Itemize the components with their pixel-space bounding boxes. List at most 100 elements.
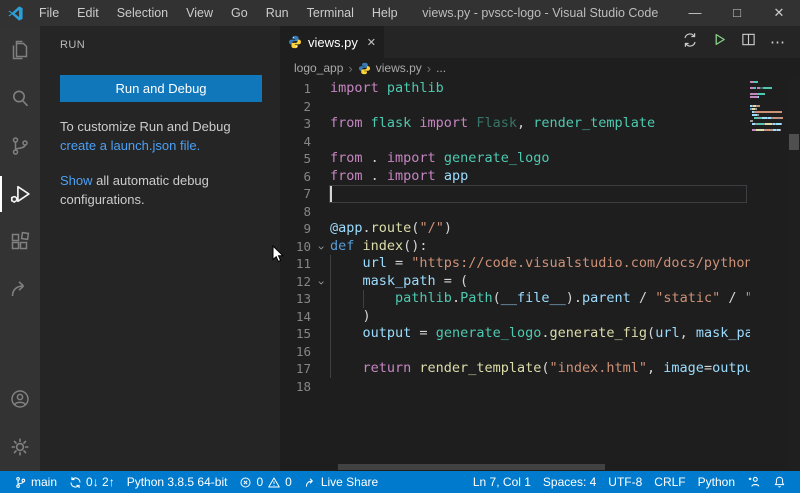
breadcrumb-folder[interactable]: logo_app xyxy=(294,61,343,75)
breadcrumb: logo_app › views.py › ... xyxy=(280,58,800,78)
bell-icon xyxy=(773,475,786,489)
line-number: 13 xyxy=(280,290,311,308)
code-text: output = generate_logo.generate_fig(url,… xyxy=(330,325,750,343)
account-icon[interactable] xyxy=(0,375,40,423)
show-configurations-link[interactable]: Show xyxy=(60,173,93,188)
code-line[interactable]: 1 import pathlib xyxy=(280,80,750,98)
breadcrumb-separator: › xyxy=(348,61,352,76)
run-and-debug-icon[interactable] xyxy=(0,170,40,218)
live-share-status[interactable]: Live Share xyxy=(298,471,384,493)
run-and-debug-button[interactable]: Run and Debug xyxy=(60,75,262,102)
python-interpreter-status[interactable]: Python 3.8.5 64-bit xyxy=(121,471,234,493)
sidebar-title: RUN xyxy=(40,26,280,51)
menu-selection[interactable]: Selection xyxy=(108,0,177,26)
code-line[interactable]: 15 output = generate_logo.generate_fig(u… xyxy=(280,325,750,343)
line-number: 3 xyxy=(280,115,311,133)
live-share-icon xyxy=(304,476,317,489)
fold-chevron-icon[interactable]: › xyxy=(311,273,330,291)
horizontal-scrollbar-thumb[interactable] xyxy=(338,464,605,470)
branch-status[interactable]: main xyxy=(8,471,63,493)
create-launch-json-link[interactable]: create a launch.json file. xyxy=(60,138,200,153)
line-number: 14 xyxy=(280,308,311,326)
open-changes-icon[interactable] xyxy=(682,32,698,53)
encoding-status[interactable]: UTF-8 xyxy=(602,471,648,493)
fold-gutter xyxy=(311,98,330,116)
sync-counts: 0↓ 2↑ xyxy=(86,475,115,489)
python-file-icon xyxy=(288,35,302,49)
code-line[interactable]: 4 xyxy=(280,133,750,151)
line-number: 10 xyxy=(280,238,311,256)
code-line[interactable]: 2 xyxy=(280,98,750,116)
indent-guide xyxy=(330,308,331,326)
line-number: 1 xyxy=(280,80,311,98)
code-text: import pathlib xyxy=(330,80,444,98)
menu-view[interactable]: View xyxy=(177,0,222,26)
show-configurations-text: Show all automatic debug configurations. xyxy=(60,172,262,210)
vertical-scrollbar[interactable] xyxy=(788,78,800,471)
breadcrumb-tail[interactable]: ... xyxy=(436,61,446,75)
menu-terminal[interactable]: Terminal xyxy=(298,0,363,26)
cursor-position-status[interactable]: Ln 7, Col 1 xyxy=(467,471,537,493)
warning-count: 0 xyxy=(285,475,292,489)
encoding-label: UTF-8 xyxy=(608,475,642,489)
code-text: ) xyxy=(330,308,371,326)
menu-help[interactable]: Help xyxy=(363,0,407,26)
error-count: 0 xyxy=(256,475,263,489)
breadcrumb-file[interactable]: views.py xyxy=(376,61,422,75)
code-line[interactable]: 17 return render_template("index.html", … xyxy=(280,360,750,378)
maximize-button[interactable]: □ xyxy=(716,0,758,26)
feedback-status[interactable] xyxy=(741,471,767,493)
extensions-icon[interactable] xyxy=(0,218,40,266)
line-number: 8 xyxy=(280,203,311,221)
fold-gutter xyxy=(311,80,330,98)
source-control-icon[interactable] xyxy=(0,122,40,170)
eol-status[interactable]: CRLF xyxy=(648,471,691,493)
more-actions-icon[interactable]: ⋯ xyxy=(770,33,786,51)
fold-gutter xyxy=(311,360,330,378)
code-line[interactable]: 8 xyxy=(280,203,750,221)
problems-status[interactable]: 0 0 xyxy=(233,471,297,493)
language-mode-status[interactable]: Python xyxy=(692,471,741,493)
menu-run[interactable]: Run xyxy=(257,0,298,26)
code-line[interactable]: 3from flask import Flask, render_templat… xyxy=(280,115,750,133)
tab-close-icon[interactable]: ✕ xyxy=(367,36,376,49)
split-editor-icon[interactable] xyxy=(741,32,756,52)
vertical-scrollbar-thumb[interactable] xyxy=(789,134,799,150)
code-editor[interactable]: 1 import pathlib23from flask import Flask… xyxy=(280,78,800,471)
explorer-icon[interactable] xyxy=(0,26,40,74)
code-line[interactable]: 14 ) xyxy=(280,308,750,326)
search-icon[interactable] xyxy=(0,74,40,122)
code-line[interactable]: 18 xyxy=(280,378,750,396)
tab-bar: views.py ✕ ⋯ xyxy=(280,26,800,58)
code-line[interactable]: 13 pathlib.Path(__file__).parent / "stat… xyxy=(280,290,750,308)
close-button[interactable]: ✕ xyxy=(758,0,800,26)
code-line[interactable]: 6from . import app xyxy=(280,168,750,186)
code-line[interactable]: 7 xyxy=(280,185,750,203)
settings-gear-icon[interactable] xyxy=(0,423,40,471)
indentation-status[interactable]: Spaces: 4 xyxy=(537,471,602,493)
live-share-icon[interactable] xyxy=(0,266,40,314)
code-line[interactable]: 5from . import generate_logo xyxy=(280,150,750,168)
code-line[interactable]: 9@app.route("/") xyxy=(280,220,750,238)
fold-chevron-icon[interactable]: › xyxy=(311,238,330,256)
menu-edit[interactable]: Edit xyxy=(68,0,108,26)
code-line[interactable]: 10›def index(): xyxy=(280,238,750,256)
minimap[interactable] xyxy=(750,81,788,135)
editor-group: views.py ✕ ⋯ logo_app › views.py › ... xyxy=(280,26,800,471)
code-line[interactable]: 11 url = "https://code.visualstudio.com/… xyxy=(280,255,750,273)
indentation-label: Spaces: 4 xyxy=(543,475,596,489)
run-python-file-icon[interactable] xyxy=(712,32,727,52)
feedback-icon xyxy=(747,475,761,489)
activity-bar xyxy=(0,26,40,471)
minimize-button[interactable]: — xyxy=(674,0,716,26)
line-number: 18 xyxy=(280,378,311,396)
code-line[interactable]: 12› mask_path = ( xyxy=(280,273,750,291)
fold-gutter xyxy=(311,115,330,133)
notifications-status[interactable] xyxy=(767,471,792,493)
customize-text: To customize Run and Debug create a laun… xyxy=(60,118,262,156)
sync-status[interactable]: 0↓ 2↑ xyxy=(63,471,121,493)
menu-file[interactable]: File xyxy=(30,0,68,26)
code-line[interactable]: 16 xyxy=(280,343,750,361)
menu-go[interactable]: Go xyxy=(222,0,257,26)
tab-views-py[interactable]: views.py ✕ xyxy=(280,26,384,58)
